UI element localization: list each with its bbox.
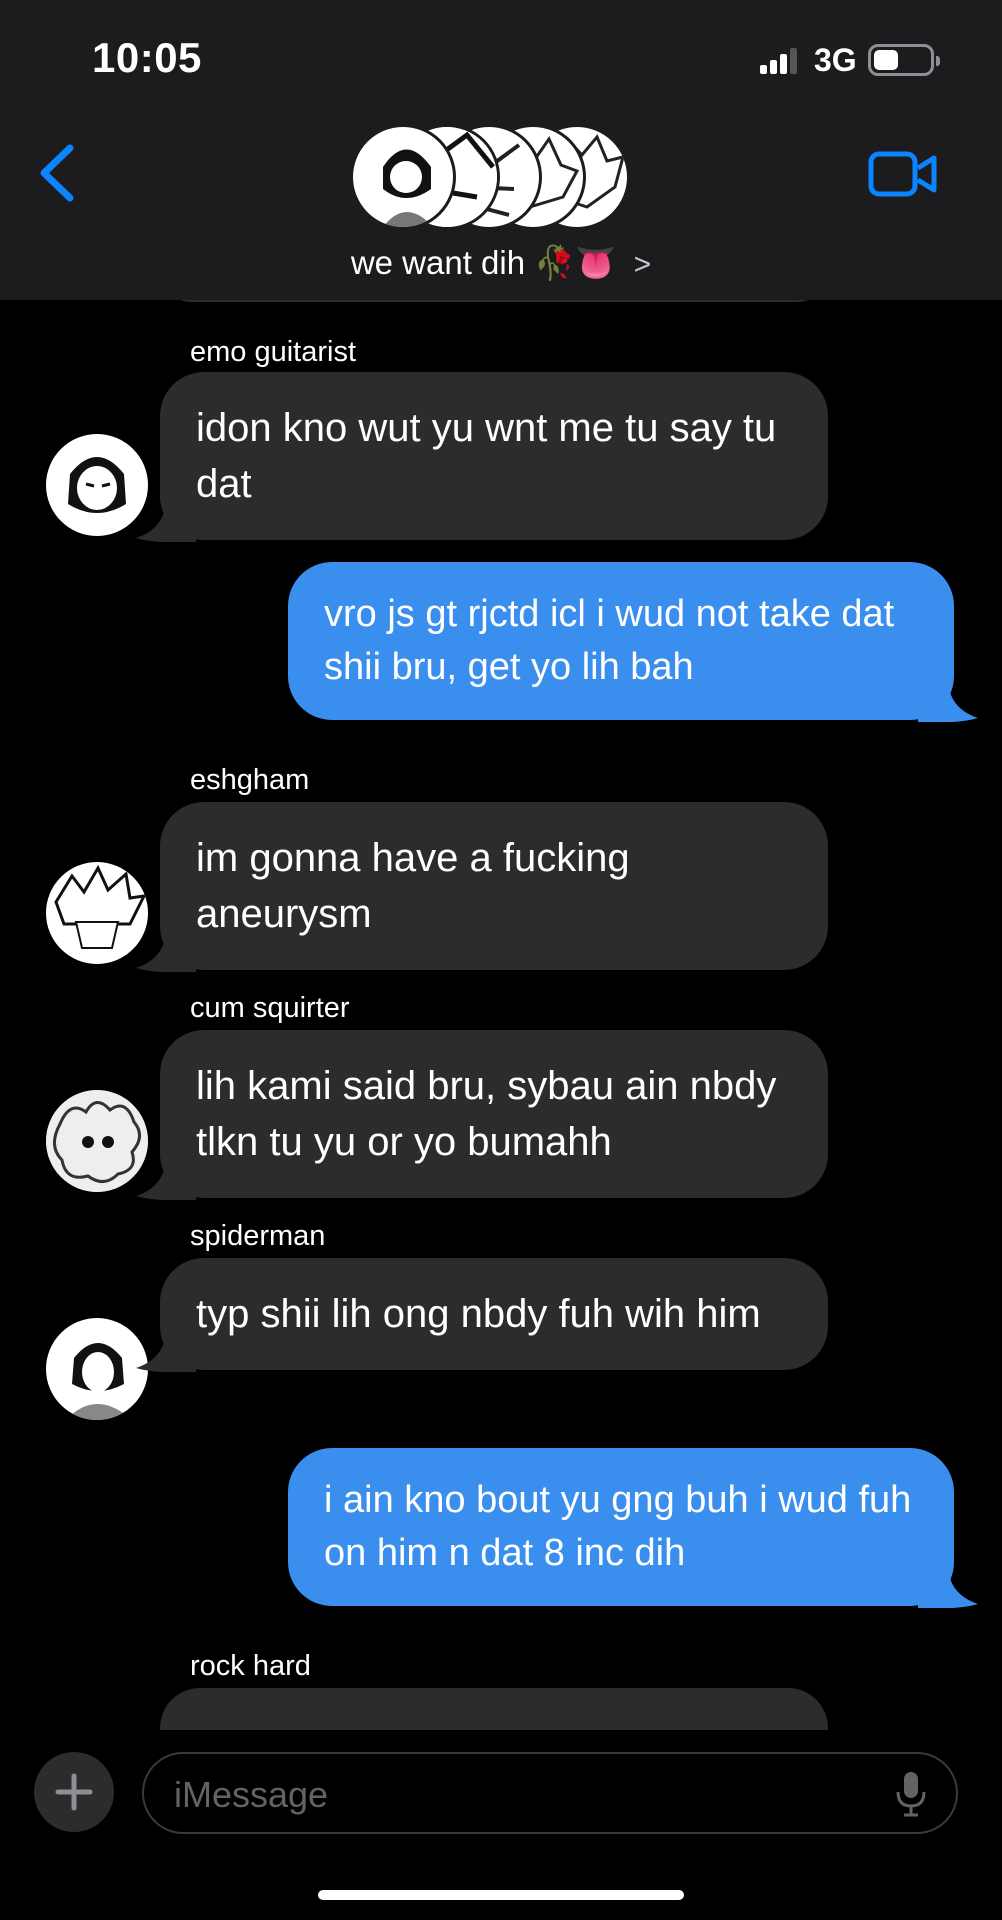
group-name-label: we want dih [350, 244, 526, 281]
status-time: 10:05 [92, 34, 202, 81]
sender-name: emo guitarist [190, 336, 357, 368]
message-text: vro js gt rjctd icl i wud not take dat s… [324, 593, 895, 688]
sender-avatar[interactable] [46, 862, 148, 964]
video-camera-icon[interactable] [868, 148, 938, 200]
conversation-header: 10:05 3G we want dih 🥀👅 > [0, 0, 1002, 300]
message-bubble-outgoing[interactable]: vro js gt rjctd icl i wud not take dat s… [288, 562, 978, 722]
message-input[interactable]: iMessage [142, 1752, 958, 1834]
signal-icon [760, 48, 797, 74]
message-bubble-partial[interactable] [160, 300, 828, 302]
group-avatars[interactable] [350, 124, 630, 230]
bubble-tail [918, 678, 978, 722]
chevron-right-icon: > [633, 248, 652, 281]
message-bubble-partial[interactable] [160, 1688, 828, 1730]
group-emoji: 🥀👅 [534, 244, 617, 281]
message-text: lih kami said bru, sybau ain nbdy tlkn t… [196, 1064, 777, 1164]
message-text: im gonna have a fucking aneurysm [196, 836, 630, 936]
sender-name: eshgham [190, 764, 310, 796]
sender-name: spiderman [190, 1220, 326, 1252]
sender-name: cum squirter [190, 992, 350, 1024]
bubble-tail [136, 498, 196, 542]
message-bubble[interactable]: im gonna have a fucking aneurysm [136, 802, 828, 972]
network-label: 3G [814, 42, 857, 78]
message-thread[interactable]: emo guitarist idon kno wut yu wnt me tu … [0, 300, 1002, 1730]
battery-icon [868, 44, 940, 76]
bubble-tail [136, 1328, 196, 1372]
message-text: i ain kno bout yu gng buh i wud fuh on h… [324, 1479, 912, 1574]
group-name-button[interactable]: we want dih 🥀👅 > [0, 244, 1002, 283]
message-bubble[interactable]: idon kno wut yu wnt me tu say tu dat [136, 372, 828, 542]
bubble-tail [136, 928, 196, 972]
message-input-placeholder: iMessage [174, 1774, 329, 1815]
sender-name: rock hard [190, 1650, 311, 1682]
microphone-icon[interactable] [894, 1770, 928, 1818]
sender-avatar[interactable] [46, 434, 148, 536]
bubble-tail [136, 1156, 196, 1200]
message-text: typ shii lih ong nbdy fuh wih him [196, 1292, 761, 1336]
message-bubble[interactable]: lih kami said bru, sybau ain nbdy tlkn t… [136, 1030, 828, 1200]
back-chevron-icon[interactable] [30, 138, 90, 208]
sender-avatar[interactable] [46, 1318, 148, 1420]
home-indicator[interactable] [318, 1890, 684, 1900]
message-bubble[interactable]: typ shii lih ong nbdy fuh wih him [136, 1258, 828, 1372]
message-bubble-outgoing[interactable]: i ain kno bout yu gng buh i wud fuh on h… [288, 1448, 978, 1608]
bubble-tail [918, 1564, 978, 1608]
plus-icon[interactable] [34, 1752, 114, 1832]
sender-avatar[interactable] [46, 1090, 148, 1192]
group-avatar [350, 124, 456, 230]
message-text: idon kno wut yu wnt me tu say tu dat [196, 406, 777, 506]
